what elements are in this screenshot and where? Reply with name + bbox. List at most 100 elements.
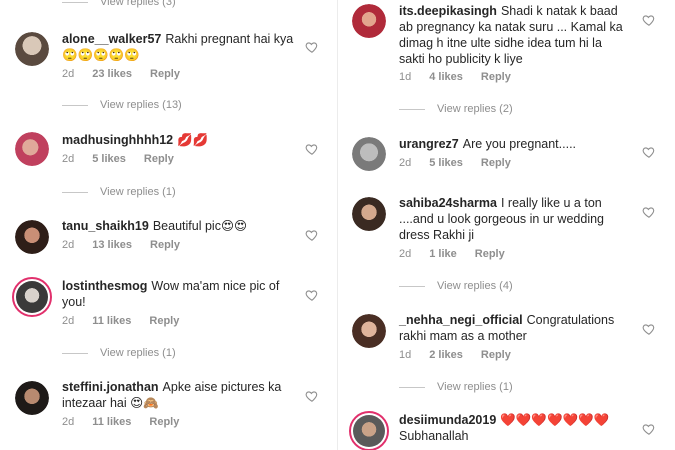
comment-meta: 2d 1 like Reply bbox=[399, 248, 505, 260]
replies-divider-line bbox=[399, 108, 425, 110]
comment-text: madhusinghhhh12 💋💋 bbox=[62, 132, 310, 148]
heart-outline-icon[interactable] bbox=[642, 205, 656, 219]
comment-emoji: 💋💋 bbox=[177, 132, 209, 147]
comment-username[interactable]: urangrez7 bbox=[399, 137, 459, 151]
comment-username[interactable]: desiimunda2019 bbox=[399, 413, 496, 427]
likes-count[interactable]: 23 likes bbox=[92, 68, 132, 80]
view-replies-link[interactable]: View replies (2) bbox=[399, 103, 513, 115]
comment-text: steffini.jonathan Apke aise pictures ka i… bbox=[62, 379, 294, 411]
comment-emoji: 🙄🙄🙄🙄🙄 bbox=[62, 47, 140, 62]
comment-username[interactable]: lostinthesmog bbox=[62, 279, 147, 293]
heart-outline-icon[interactable] bbox=[305, 288, 319, 302]
comment-emoji: 😍😍 bbox=[220, 218, 248, 233]
replies-divider-line bbox=[62, 1, 88, 3]
comment-meta: 1d 2 likes Reply bbox=[399, 349, 511, 361]
view-replies-label: View replies (1) bbox=[437, 381, 513, 393]
comment-meta: 2d 11 likes Reply bbox=[62, 416, 179, 428]
comment-username[interactable]: its.deepikasingh bbox=[399, 4, 497, 18]
heart-outline-icon[interactable] bbox=[305, 389, 319, 403]
heart-outline-icon[interactable] bbox=[305, 142, 319, 156]
heart-outline-icon[interactable] bbox=[305, 228, 319, 242]
view-replies-label: View replies (13) bbox=[100, 99, 182, 111]
comment-text: _nehha_negi_official Congratulations rakh… bbox=[399, 312, 631, 344]
comment-meta: 2d 11 likes Reply bbox=[62, 315, 179, 327]
comment-time: 2d bbox=[62, 153, 75, 165]
reply-button[interactable]: Reply bbox=[481, 349, 511, 361]
comment-text: tanu_shaikh19 Beautiful pic😍😍 bbox=[62, 218, 310, 234]
avatar[interactable] bbox=[349, 411, 389, 450]
likes-count[interactable]: 11 likes bbox=[92, 416, 131, 428]
replies-divider-line bbox=[62, 191, 88, 193]
reply-button[interactable]: Reply bbox=[481, 157, 511, 169]
comments-column-left: View replies (3) alone__walker57 Rakhi pr… bbox=[0, 0, 337, 450]
heart-outline-icon[interactable] bbox=[642, 422, 656, 436]
view-replies-link[interactable]: View replies (4) bbox=[399, 280, 513, 292]
reply-button[interactable]: Reply bbox=[149, 416, 179, 428]
comment-body: Subhanallah bbox=[399, 429, 469, 443]
reply-button[interactable]: Reply bbox=[150, 239, 180, 251]
heart-outline-icon[interactable] bbox=[642, 13, 656, 27]
reply-button[interactable]: Reply bbox=[150, 68, 180, 80]
comment-body: Are you pregnant..... bbox=[462, 137, 577, 151]
heart-outline-icon[interactable] bbox=[305, 40, 319, 54]
comment-meta: 2d 23 likes Reply bbox=[62, 68, 180, 80]
reply-button[interactable]: Reply bbox=[475, 248, 505, 260]
likes-count[interactable]: 11 likes bbox=[92, 315, 131, 327]
comment-time: 1d bbox=[399, 349, 412, 361]
replies-divider-line bbox=[62, 352, 88, 354]
comment-time: 1d bbox=[399, 71, 412, 83]
likes-count[interactable]: 2 likes bbox=[429, 349, 463, 361]
comment-time: 2d bbox=[62, 239, 75, 251]
likes-count[interactable]: 5 likes bbox=[92, 153, 126, 165]
view-replies-label: View replies (4) bbox=[437, 280, 513, 292]
comments-column-right: its.deepikasingh Shadi k natak k baad ab … bbox=[338, 0, 675, 450]
avatar[interactable] bbox=[352, 4, 386, 38]
comment-username[interactable]: alone__walker57 bbox=[62, 32, 161, 46]
comment-username[interactable]: madhusinghhhh12 bbox=[62, 133, 173, 147]
comment-body: Beautiful pic bbox=[152, 219, 221, 233]
avatar[interactable] bbox=[15, 132, 49, 166]
likes-count[interactable]: 4 likes bbox=[429, 71, 463, 83]
comment-text: lostinthesmog Wow ma'am nice pic of you! bbox=[62, 278, 290, 310]
likes-count[interactable]: 13 likes bbox=[92, 239, 132, 251]
avatar[interactable] bbox=[352, 197, 386, 231]
avatar[interactable] bbox=[15, 32, 49, 66]
reply-button[interactable]: Reply bbox=[144, 153, 174, 165]
comment-time: 2d bbox=[62, 416, 75, 428]
view-replies-link[interactable]: View replies (1) bbox=[399, 381, 513, 393]
replies-divider-line bbox=[399, 285, 425, 287]
likes-count[interactable]: 5 likes bbox=[429, 157, 463, 169]
comment-text: sahiba24sharma I really like u a ton ....… bbox=[399, 195, 631, 243]
avatar[interactable] bbox=[15, 220, 49, 254]
comment-text: its.deepikasingh Shadi k natak k baad ab … bbox=[399, 3, 631, 67]
avatar[interactable] bbox=[12, 277, 52, 317]
view-replies-link[interactable]: View replies (13) bbox=[62, 99, 182, 111]
avatar[interactable] bbox=[352, 314, 386, 348]
view-replies-link[interactable]: View replies (3) bbox=[62, 0, 176, 8]
comment-time: 2d bbox=[399, 248, 412, 260]
comment-time: 2d bbox=[62, 68, 75, 80]
heart-outline-icon[interactable] bbox=[642, 322, 656, 336]
comment-username[interactable]: steffini.jonathan bbox=[62, 380, 159, 394]
comment-meta: 2d 13 likes Reply bbox=[62, 239, 180, 251]
avatar[interactable] bbox=[15, 381, 49, 415]
view-replies-label: View replies (3) bbox=[100, 0, 176, 8]
comment-text: desiimunda2019 ❤️❤️❤️❤️❤️❤️❤️ Subhanallah bbox=[399, 412, 631, 444]
comment-meta: 2d 5 likes Reply bbox=[62, 153, 174, 165]
likes-count[interactable]: 1 like bbox=[429, 248, 457, 260]
reply-button[interactable]: Reply bbox=[149, 315, 179, 327]
heart-outline-icon[interactable] bbox=[642, 145, 656, 159]
comment-username[interactable]: _nehha_negi_official bbox=[399, 313, 523, 327]
comment-time: 2d bbox=[399, 157, 412, 169]
comment-meta: 2d 5 likes Reply bbox=[399, 157, 511, 169]
view-replies-link[interactable]: View replies (1) bbox=[62, 186, 176, 198]
view-replies-label: View replies (2) bbox=[437, 103, 513, 115]
reply-button[interactable]: Reply bbox=[481, 71, 511, 83]
comment-time: 2d bbox=[62, 315, 75, 327]
comment-meta: 1d 4 likes Reply bbox=[399, 71, 511, 83]
comment-body: Rakhi pregnant hai kya bbox=[165, 32, 294, 46]
comment-username[interactable]: tanu_shaikh19 bbox=[62, 219, 149, 233]
comment-username[interactable]: sahiba24sharma bbox=[399, 196, 497, 210]
view-replies-link[interactable]: View replies (1) bbox=[62, 347, 176, 359]
avatar[interactable] bbox=[352, 137, 386, 171]
